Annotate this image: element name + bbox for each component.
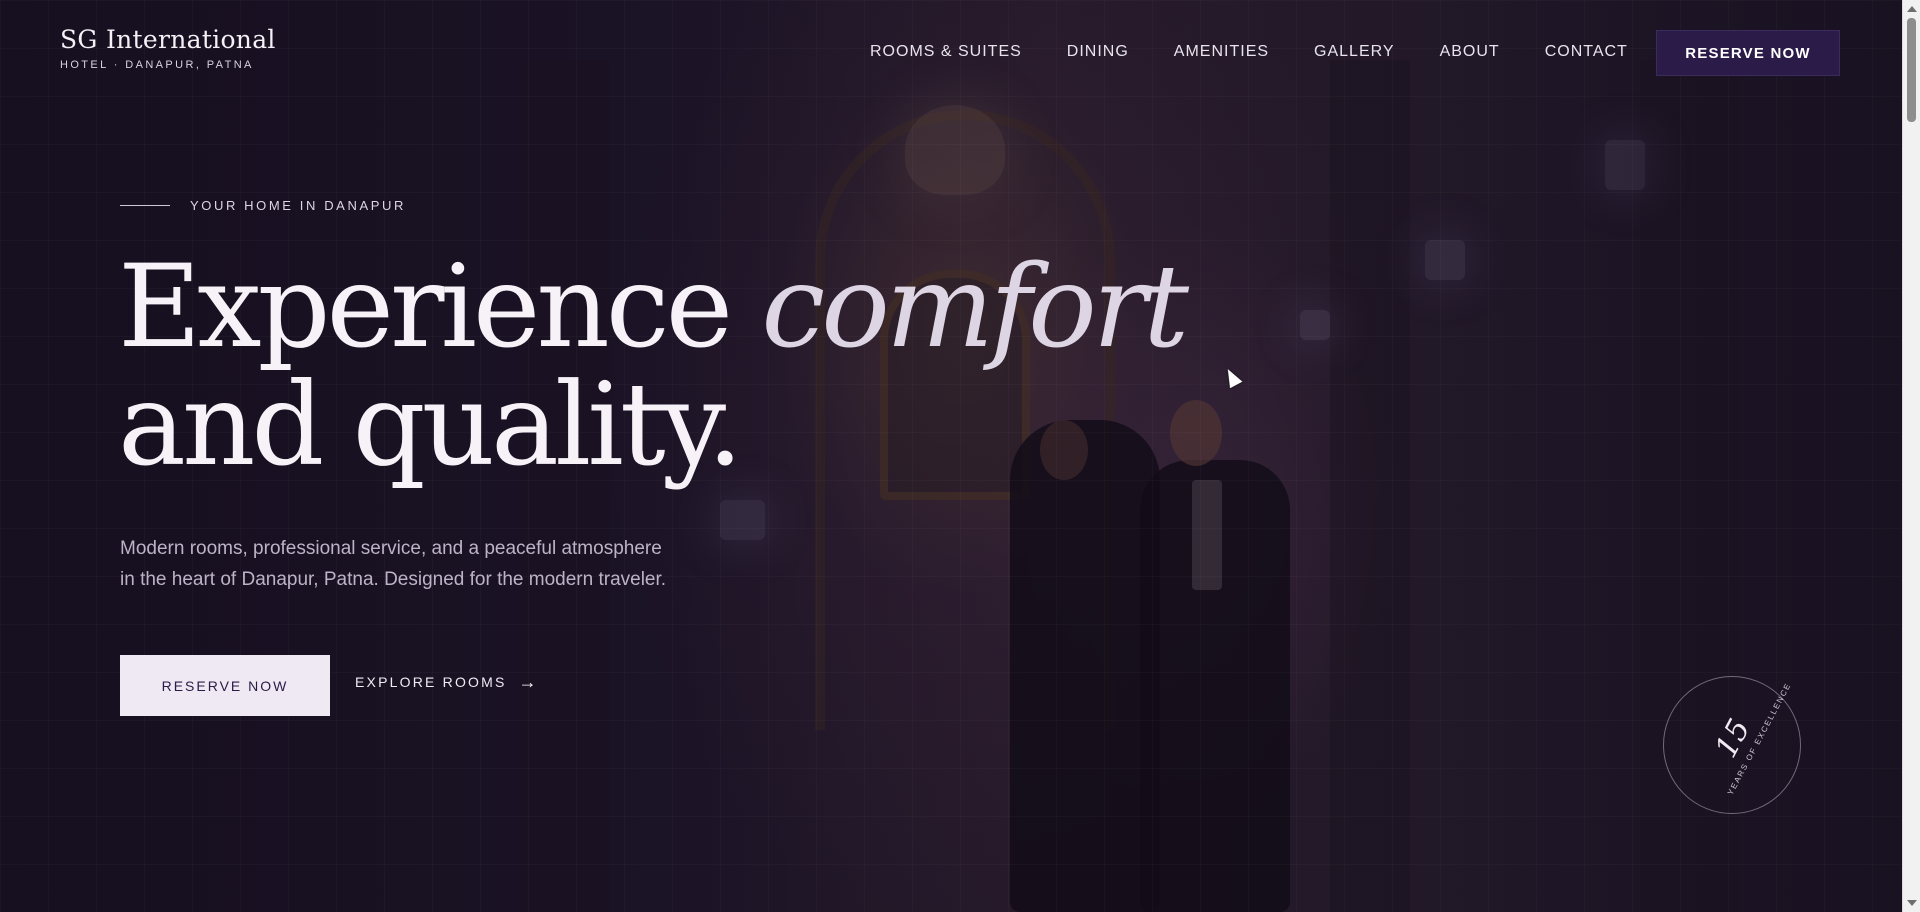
- nav-contact[interactable]: CONTACT: [1545, 43, 1628, 61]
- explore-rooms-label: EXPLORE ROOMS: [355, 674, 507, 690]
- description-line2: in the heart of Danapur, Patna. Designed…: [120, 569, 667, 590]
- wall-lamp: [1605, 140, 1645, 190]
- chandelier: [905, 105, 1005, 195]
- headline-line2: and quality.: [118, 358, 743, 491]
- main-nav: ROOMS & SUITES DINING AMENITIES GALLERY …: [870, 43, 1673, 61]
- wall-lamp: [1300, 310, 1330, 340]
- wall-lamp: [1425, 240, 1465, 280]
- woman-figure: [1010, 420, 1160, 912]
- explore-rooms-link[interactable]: EXPLORE ROOMS →: [355, 673, 537, 691]
- eyebrow-divider: [120, 205, 170, 206]
- arrow-right-icon: →: [518, 672, 537, 692]
- scroll-up-arrow-icon[interactable]: [1907, 6, 1917, 12]
- headline-italic: comfort: [761, 240, 1189, 373]
- man-shirt: [1192, 480, 1222, 590]
- scrollbar-thumb[interactable]: [1907, 18, 1916, 122]
- man-figure: [1140, 460, 1290, 912]
- hero-eyebrow: YOUR HOME IN DANAPUR: [120, 198, 406, 213]
- brand-name: SG International: [60, 25, 276, 54]
- hero-description: Modern rooms, professional service, and …: [120, 533, 700, 595]
- scroll-down-arrow-icon[interactable]: [1907, 900, 1917, 906]
- nav-rooms-suites[interactable]: ROOMS & SUITES: [870, 43, 1022, 61]
- years-badge: 15 YEARS OF EXCELLENCE: [1663, 676, 1801, 814]
- nav-dining[interactable]: DINING: [1067, 43, 1129, 61]
- eyebrow-text: YOUR HOME IN DANAPUR: [190, 198, 406, 213]
- table-lamp: [720, 500, 765, 540]
- description-line1: Modern rooms, professional service, and …: [120, 538, 662, 559]
- nav-gallery[interactable]: GALLERY: [1314, 43, 1395, 61]
- brand-logo[interactable]: SG International HOTEL · DANAPUR, PATNA: [60, 27, 276, 71]
- nav-amenities[interactable]: AMENITIES: [1174, 43, 1269, 61]
- corridor-pillar: [1330, 60, 1410, 912]
- hero-headline: Experience comfort and quality.: [118, 248, 1189, 484]
- nav-about[interactable]: ABOUT: [1440, 43, 1500, 61]
- brand-subtitle: HOTEL · DANAPUR, PATNA: [60, 59, 254, 71]
- headline-part1: Experience: [118, 240, 733, 373]
- reserve-now-button-hero[interactable]: RESERVE NOW: [120, 655, 330, 716]
- reserve-now-button-nav[interactable]: RESERVE NOW: [1656, 30, 1840, 76]
- page-scrollbar[interactable]: [1902, 0, 1920, 912]
